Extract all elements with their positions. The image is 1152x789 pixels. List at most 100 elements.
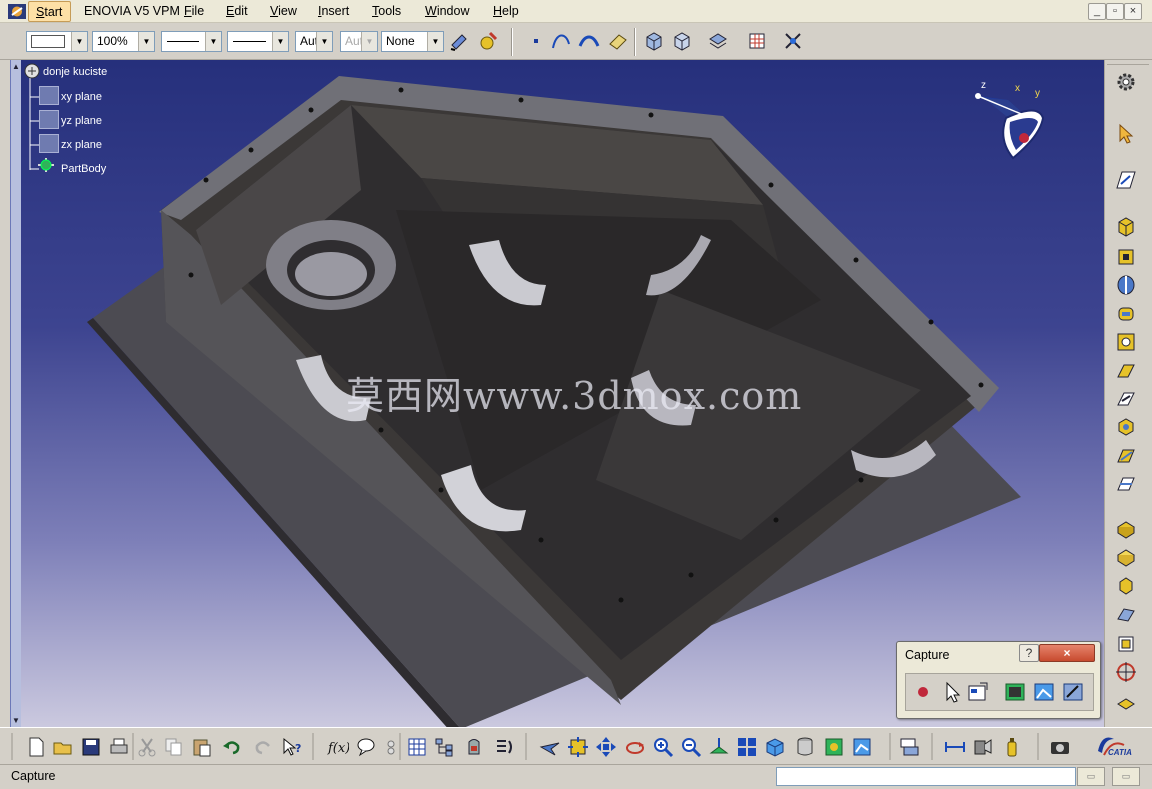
scroll-up-icon[interactable]: ▲: [12, 62, 20, 71]
close-button[interactable]: ×: [1124, 3, 1142, 20]
cut-icon[interactable]: [136, 736, 158, 758]
tree-item-yz-plane[interactable]: yz plane: [61, 115, 102, 127]
image-icon[interactable]: [1032, 680, 1056, 704]
options-icon[interactable]: [966, 680, 990, 704]
pocket-icon[interactable]: [1114, 245, 1138, 269]
chamfer-icon[interactable]: [1114, 545, 1138, 569]
gear-icon[interactable]: [1114, 70, 1138, 94]
shaft-icon[interactable]: [1114, 273, 1138, 297]
iso-view-icon[interactable]: [764, 736, 786, 758]
shell-icon[interactable]: [1114, 603, 1138, 627]
zoom-out-icon[interactable]: [680, 736, 702, 758]
undo-icon[interactable]: [221, 736, 243, 758]
select-arrow-icon[interactable]: [1114, 122, 1138, 146]
measure-icon[interactable]: [607, 30, 629, 52]
solid-combine-icon[interactable]: [1114, 444, 1138, 468]
menu-file[interactable]: File: [184, 4, 204, 18]
menu-edit[interactable]: Edit: [226, 4, 248, 18]
display-icon[interactable]: [851, 736, 873, 758]
swap-icon[interactable]: [746, 30, 768, 52]
record-icon[interactable]: [911, 680, 935, 704]
swap-visible-space-icon[interactable]: [898, 736, 920, 758]
tree-icon[interactable]: [434, 736, 456, 758]
copy-icon[interactable]: [163, 736, 185, 758]
save-icon[interactable]: [80, 736, 102, 758]
slot-icon[interactable]: [1114, 387, 1138, 411]
view-icon[interactable]: [643, 30, 665, 52]
scroll-down-icon[interactable]: ▼: [12, 716, 20, 725]
new-icon[interactable]: [25, 736, 47, 758]
point-icon[interactable]: [525, 30, 547, 52]
rotate-icon[interactable]: [624, 736, 646, 758]
capture-icon[interactable]: [1003, 680, 1027, 704]
part-icon[interactable]: [23, 62, 41, 80]
tree-item-xy-plane[interactable]: xy plane: [61, 91, 102, 103]
help-button[interactable]: ?: [1019, 644, 1039, 662]
minimize-button[interactable]: _: [1088, 3, 1106, 20]
menu-help[interactable]: Help: [493, 4, 519, 18]
pad-icon[interactable]: [1114, 215, 1138, 239]
tree-item-zx-plane[interactable]: zx plane: [61, 139, 102, 151]
command-clear-button[interactable]: ▭: [1112, 767, 1140, 786]
close-dialog-button[interactable]: ×: [1039, 644, 1095, 662]
macro-icon[interactable]: [494, 736, 516, 758]
fillet-icon[interactable]: [1114, 517, 1138, 541]
zoom-combo[interactable]: 100% ▼: [92, 31, 155, 52]
capture-dialog[interactable]: Capture ? ×: [896, 641, 1101, 719]
layer-combo[interactable]: None ▼: [381, 31, 444, 52]
shading-icon[interactable]: [823, 736, 845, 758]
command-history-button[interactable]: ▭: [1077, 767, 1105, 786]
select-icon[interactable]: [940, 680, 964, 704]
table-icon[interactable]: [406, 736, 428, 758]
measure-between-icon[interactable]: [944, 736, 966, 758]
album-icon[interactable]: [1061, 680, 1085, 704]
zoom-in-icon[interactable]: [652, 736, 674, 758]
thread-icon[interactable]: [1114, 660, 1138, 684]
rib-icon[interactable]: [1114, 359, 1138, 383]
view-mode-icon[interactable]: [671, 30, 693, 52]
menu-window[interactable]: Window: [425, 4, 469, 18]
menu-start[interactable]: Start: [28, 1, 72, 22]
fly-mode-icon[interactable]: [539, 736, 561, 758]
open-icon[interactable]: [52, 736, 74, 758]
fit-all-icon[interactable]: [567, 736, 589, 758]
redo-icon[interactable]: [252, 736, 274, 758]
menu-view[interactable]: View: [270, 4, 297, 18]
catalog-icon[interactable]: [463, 736, 485, 758]
multi-view-icon[interactable]: [736, 736, 758, 758]
menu-enovia[interactable]: ENOVIA V5 VPM: [84, 4, 180, 18]
stiffener-icon[interactable]: [1114, 415, 1138, 439]
line-thickness-combo[interactable]: ▼: [161, 31, 222, 52]
formula-icon[interactable]: f(x): [327, 736, 349, 758]
paste-icon[interactable]: [191, 736, 213, 758]
snap-icon[interactable]: [782, 30, 804, 52]
plane-icon[interactable]: [39, 110, 59, 129]
pan-icon[interactable]: [595, 736, 617, 758]
whats-this-icon[interactable]: ?: [281, 736, 303, 758]
tree-scrollbar[interactable]: ▲ ▼: [10, 60, 21, 727]
tree-item-partbody[interactable]: PartBody: [61, 163, 106, 175]
plane-icon[interactable]: [39, 86, 59, 105]
font-combo[interactable]: Aut ▼: [295, 31, 333, 52]
tree-root-label[interactable]: donje kuciste: [43, 66, 107, 78]
menu-tools[interactable]: Tools: [372, 4, 401, 18]
partbody-icon[interactable]: [36, 156, 56, 174]
render-icon[interactable]: [794, 736, 816, 758]
curve-icon[interactable]: [550, 30, 572, 52]
hide-show-icon[interactable]: [707, 30, 729, 52]
multi-sections-icon[interactable]: [1114, 472, 1138, 496]
restore-button[interactable]: ▫: [1106, 3, 1124, 20]
hole-icon[interactable]: [1114, 330, 1138, 354]
catia-app-icon[interactable]: [7, 3, 27, 20]
sketcher-icon[interactable]: [1114, 168, 1138, 192]
check-icon[interactable]: [380, 736, 402, 758]
normal-view-icon[interactable]: [708, 736, 730, 758]
surface-icon[interactable]: [578, 30, 600, 52]
fill-color-combo[interactable]: ▼: [26, 31, 88, 52]
3d-viewport[interactable]: donje kuciste xy plane yz plane zx plane…: [21, 60, 1104, 727]
groove-icon[interactable]: [1114, 302, 1138, 326]
knowledge-icon[interactable]: [355, 736, 377, 758]
camera-icon[interactable]: [1049, 736, 1071, 758]
draft-icon[interactable]: [1114, 574, 1138, 598]
menu-insert[interactable]: Insert: [318, 4, 349, 18]
